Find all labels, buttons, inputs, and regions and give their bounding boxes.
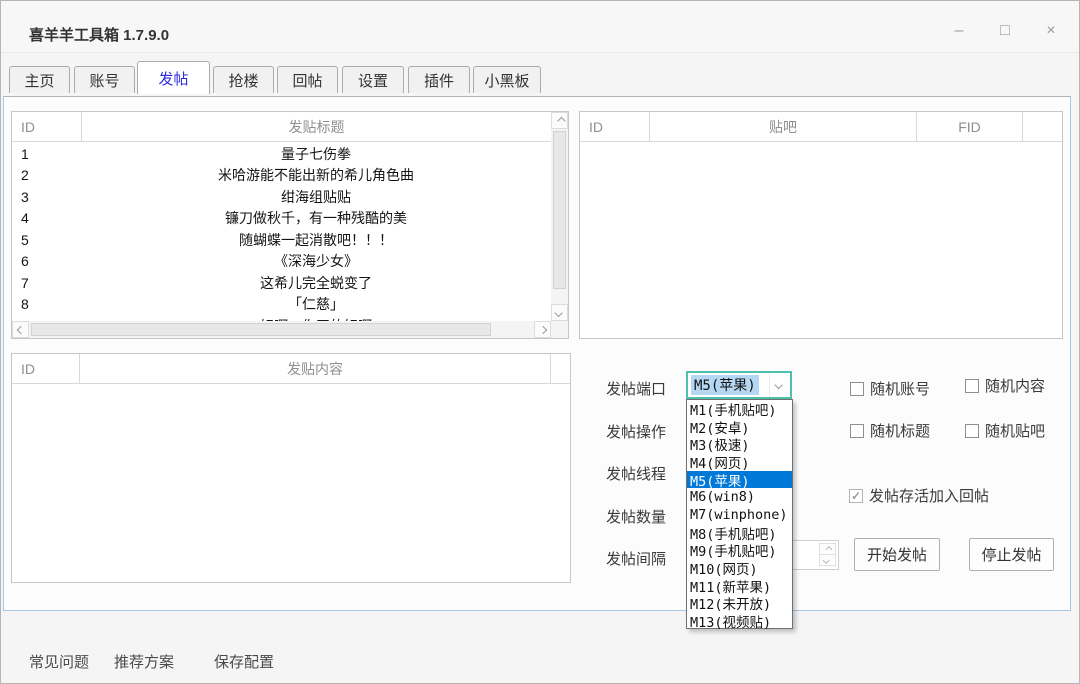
table-row[interactable]: 8「仁慈」	[12, 294, 551, 316]
dropdown-option[interactable]: M6(win8)	[687, 488, 792, 506]
tieba-table-header: ID 贴吧 FID	[580, 112, 1062, 142]
tab-grabfloor[interactable]: 抢楼	[213, 66, 274, 93]
table-row[interactable]: 7这希儿完全蜕变了	[12, 272, 551, 294]
label-post-action: 发帖操作	[606, 421, 666, 442]
tab-settings[interactable]: 设置	[342, 66, 404, 93]
title-bar: 喜羊羊工具箱 1.7.9.0 – □ ×	[1, 1, 1079, 53]
label-post-count: 发帖数量	[606, 506, 666, 527]
post-port-combobox[interactable]: M5(苹果)	[686, 371, 792, 399]
tab-blackboard[interactable]: 小黑板	[473, 66, 541, 93]
table-row[interactable]: 2米哈游能不能出新的希儿角色曲	[12, 165, 551, 187]
checkmark-icon: ✓	[849, 489, 863, 503]
checkbox-random-title[interactable]: 随机标题	[850, 420, 930, 441]
vertical-scroll-thumb[interactable]	[553, 131, 566, 289]
post-title-table: ID 发贴标题 1量子七伤拳 2米哈游能不能出新的希儿角色曲 3绀海组贴贴 4镰…	[11, 111, 569, 339]
port-dropdown-list: M1(手机贴吧) M2(安卓) M3(极速) M4(网页) M5(苹果) M6(…	[686, 399, 793, 629]
dropdown-option[interactable]: M8(手机贴吧)	[687, 524, 792, 542]
column-header-post-content[interactable]: 发贴内容	[80, 354, 551, 383]
horizontal-scroll-thumb[interactable]	[31, 323, 491, 336]
scroll-right-button[interactable]	[534, 321, 551, 338]
dropdown-option[interactable]: M11(新苹果)	[687, 577, 792, 595]
chevron-down-icon	[554, 308, 562, 316]
checkbox-random-tieba[interactable]: 随机贴吧	[965, 420, 1045, 441]
chevron-down-icon	[823, 556, 830, 563]
tab-strip: 主页 账号 发帖 抢楼 回帖 设置 插件 小黑板	[1, 61, 1079, 97]
table-row[interactable]: 3绀海组贴贴	[12, 186, 551, 208]
column-header-empty	[1023, 112, 1062, 141]
dropdown-option[interactable]: M13(视频贴)	[687, 612, 792, 630]
table-row[interactable]: 4镰刀做秋千，有一种残酷的美	[12, 208, 551, 230]
dropdown-option[interactable]: M3(极速)	[687, 435, 792, 453]
column-header-empty	[551, 354, 570, 383]
checkbox-icon	[850, 424, 864, 438]
tab-post[interactable]: 发帖	[137, 61, 210, 94]
chevron-down-icon	[774, 381, 782, 389]
window-title: 喜羊羊工具箱 1.7.9.0	[29, 24, 169, 45]
combobox-selected-value: M5(苹果)	[691, 375, 759, 395]
tieba-table: ID 贴吧 FID	[579, 111, 1063, 339]
column-header-tieba[interactable]: 贴吧	[650, 112, 917, 141]
tab-account[interactable]: 账号	[74, 66, 135, 93]
vertical-scrollbar[interactable]	[551, 112, 568, 321]
column-header-id[interactable]: ID	[12, 112, 82, 141]
label-post-thread: 发帖线程	[606, 463, 666, 484]
start-post-button[interactable]: 开始发帖	[854, 538, 940, 571]
checkbox-random-content[interactable]: 随机内容	[965, 375, 1045, 396]
checkbox-random-account[interactable]: 随机账号	[850, 378, 930, 399]
minimize-button[interactable]: –	[939, 17, 979, 45]
chevron-up-icon	[825, 545, 832, 552]
tab-home[interactable]: 主页	[9, 66, 70, 93]
post-content-table: ID 发贴内容	[11, 353, 571, 583]
checkbox-survive-join-reply[interactable]: ✓ 发帖存活加入回帖	[849, 485, 989, 506]
column-header-post-title[interactable]: 发贴标题	[82, 112, 551, 141]
chevron-left-icon	[16, 325, 24, 333]
checkbox-icon	[965, 379, 979, 393]
table-row[interactable]: 1量子七伤拳	[12, 143, 551, 165]
app-window: 喜羊羊工具箱 1.7.9.0 – □ × 主页 账号 发帖 抢楼 回帖 设置 插…	[0, 0, 1080, 684]
stop-post-button[interactable]: 停止发帖	[969, 538, 1054, 571]
maximize-button[interactable]: □	[985, 17, 1025, 45]
table-row[interactable]: 5随蝴蝶一起消散吧！！！	[12, 229, 551, 251]
column-header-id[interactable]: ID	[12, 354, 80, 383]
dropdown-option[interactable]: M10(网页)	[687, 559, 792, 577]
column-header-id[interactable]: ID	[580, 112, 650, 141]
scroll-up-button[interactable]	[551, 112, 568, 129]
dropdown-option[interactable]: M2(安卓)	[687, 418, 792, 436]
stepper-buttons	[819, 543, 836, 567]
dropdown-option[interactable]: M4(网页)	[687, 453, 792, 471]
checkbox-icon	[965, 424, 979, 438]
recommend-button[interactable]: 推荐方案	[114, 649, 174, 673]
post-title-table-header: ID 发贴标题	[12, 112, 568, 142]
scrollbar-corner	[551, 321, 568, 338]
dropdown-option[interactable]: M1(手机贴吧)	[687, 400, 792, 418]
column-header-fid[interactable]: FID	[917, 112, 1023, 141]
stepper-down-button[interactable]	[819, 554, 836, 566]
post-content-table-header: ID 发贴内容	[12, 354, 570, 384]
scroll-left-button[interactable]	[12, 321, 29, 338]
combobox-dropdown-button[interactable]	[769, 373, 790, 397]
dropdown-option[interactable]: M9(手机贴吧)	[687, 542, 792, 560]
table-row[interactable]: 6《深海少女》	[12, 251, 551, 273]
chevron-right-icon	[538, 325, 546, 333]
label-post-port: 发帖端口	[606, 378, 666, 399]
tab-plugins[interactable]: 插件	[408, 66, 470, 93]
checkbox-icon	[850, 382, 864, 396]
post-title-table-body: 1量子七伤拳 2米哈游能不能出新的希儿角色曲 3绀海组贴贴 4镰刀做秋千，有一种…	[12, 143, 551, 321]
faq-button[interactable]: 常见问题	[29, 649, 89, 673]
tab-reply[interactable]: 回帖	[277, 66, 338, 93]
dropdown-option[interactable]: M7(winphone)	[687, 506, 792, 524]
label-post-interval: 发帖间隔	[606, 548, 666, 569]
horizontal-scrollbar[interactable]	[12, 321, 551, 338]
chevron-up-icon	[557, 116, 565, 124]
window-controls: – □ ×	[939, 17, 1071, 45]
dropdown-option[interactable]: M12(未开放)	[687, 595, 792, 613]
dropdown-option-selected[interactable]: M5(苹果)	[687, 471, 792, 489]
scroll-down-button[interactable]	[551, 304, 568, 321]
save-config-button[interactable]: 保存配置	[214, 649, 274, 673]
close-button[interactable]: ×	[1031, 17, 1071, 45]
